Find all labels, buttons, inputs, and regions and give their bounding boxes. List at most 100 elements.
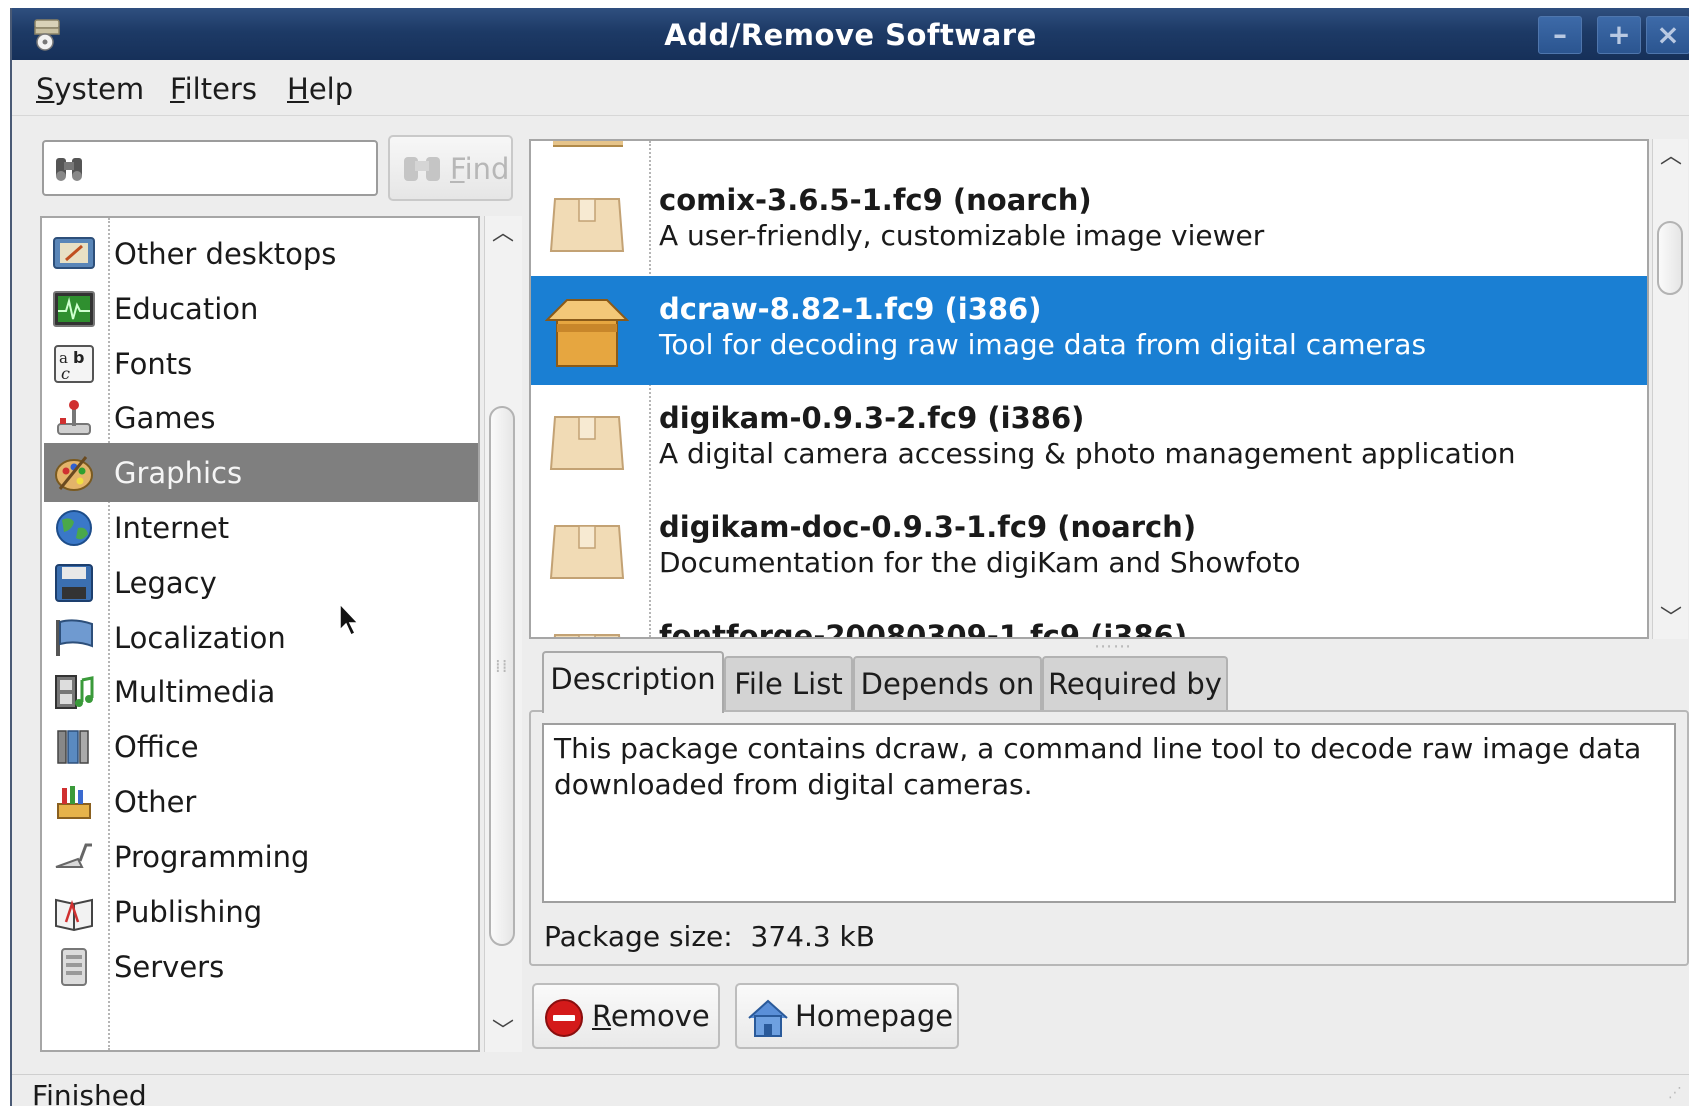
package-row-fontforge[interactable]: fontforge-20080309-1.fc9 (i386) bbox=[531, 603, 1647, 637]
package-row-digikam[interactable]: digikam-0.9.3-2.fc9 (i386) A digital cam… bbox=[531, 385, 1647, 494]
package-row-digikam-doc[interactable]: digikam-doc-0.9.3-1.fc9 (noarch) Documen… bbox=[531, 494, 1647, 603]
category-office[interactable]: Office bbox=[44, 717, 478, 776]
scrollbar-thumb[interactable] bbox=[1657, 221, 1683, 295]
category-label: Office bbox=[114, 730, 199, 764]
remove-mnemonic: R bbox=[592, 999, 611, 1033]
search-input[interactable] bbox=[96, 148, 366, 188]
homepage-label: Homepage bbox=[795, 999, 954, 1033]
svg-text:c: c bbox=[61, 364, 70, 383]
find-button[interactable]: Find bbox=[388, 135, 513, 201]
category-scrollbar[interactable]: ︿ ﹀ bbox=[484, 216, 522, 1052]
category-label: Servers bbox=[114, 950, 225, 984]
category-other[interactable]: Other bbox=[44, 772, 478, 831]
package-list[interactable]: comix-3.6.5-1.fc9 (noarch) A user-friend… bbox=[529, 139, 1649, 639]
package-row-comix[interactable]: comix-3.6.5-1.fc9 (noarch) A user-friend… bbox=[531, 167, 1647, 276]
package-box-installed-icon bbox=[545, 299, 629, 367]
category-games[interactable]: Games bbox=[44, 388, 478, 447]
category-other-desktops[interactable]: Other desktops bbox=[44, 224, 478, 283]
menu-filters[interactable]: Filters bbox=[170, 72, 257, 106]
package-summary: A user-friendly, customizable image view… bbox=[659, 219, 1265, 252]
remove-icon bbox=[545, 999, 583, 1037]
find-binoculars-icon bbox=[404, 157, 440, 181]
other-icon bbox=[57, 786, 91, 819]
search-field[interactable] bbox=[42, 140, 378, 196]
category-publishing[interactable]: Publishing bbox=[44, 882, 478, 941]
menu-system-mnemonic: S bbox=[36, 72, 55, 106]
category-label: Legacy bbox=[114, 566, 217, 600]
category-label: Multimedia bbox=[114, 675, 276, 709]
globe-icon bbox=[56, 510, 92, 546]
category-label: Internet bbox=[114, 511, 230, 545]
remove-button[interactable]: Remove bbox=[532, 983, 720, 1049]
scroll-up-arrow[interactable]: ︿ bbox=[489, 220, 517, 248]
package-scrollbar[interactable]: ︿ ﹀ bbox=[1652, 139, 1688, 639]
package-summary: A digital camera accessing & photo manag… bbox=[659, 437, 1516, 470]
category-graphics[interactable]: Graphics bbox=[44, 443, 478, 502]
category-label: Other desktops bbox=[114, 237, 337, 271]
tab-description[interactable]: Description bbox=[542, 651, 724, 713]
category-label: Localization bbox=[114, 621, 286, 655]
tab-file-list[interactable]: File List bbox=[724, 656, 853, 712]
package-name: dcraw-8.82-1.fc9 (i386) bbox=[659, 292, 1042, 326]
category-servers[interactable]: Servers bbox=[44, 937, 478, 996]
category-legacy[interactable]: Legacy bbox=[44, 553, 478, 612]
binoculars-icon bbox=[56, 158, 82, 181]
category-label: Graphics bbox=[114, 456, 243, 490]
desktop-icon bbox=[53, 237, 95, 269]
scroll-down-arrow[interactable]: ﹀ bbox=[489, 1018, 517, 1046]
category-label: Education bbox=[114, 292, 259, 326]
package-size-label: Package size: bbox=[544, 920, 733, 953]
home-icon bbox=[748, 999, 788, 1037]
title-bar[interactable]: Add/Remove Software – + × bbox=[12, 8, 1689, 60]
category-label: Games bbox=[114, 401, 216, 435]
status-bar: Finished ⋰ bbox=[12, 1074, 1689, 1106]
category-programming[interactable]: Programming bbox=[44, 827, 478, 886]
category-education[interactable]: Education bbox=[44, 279, 478, 338]
mouse-cursor-icon bbox=[339, 602, 360, 637]
category-label: Programming bbox=[114, 840, 310, 874]
floppy-icon bbox=[55, 564, 93, 602]
status-text: Finished bbox=[32, 1079, 147, 1106]
package-box-icon bbox=[549, 416, 625, 470]
package-box-icon bbox=[549, 198, 625, 252]
scroll-up-arrow[interactable]: ︿ bbox=[1657, 143, 1685, 171]
film-icon bbox=[55, 675, 94, 709]
category-label: Other bbox=[114, 785, 197, 819]
menu-help[interactable]: Help bbox=[287, 72, 353, 106]
menu-filters-mnemonic: F bbox=[170, 72, 185, 106]
minimize-button[interactable]: – bbox=[1538, 16, 1582, 54]
package-summary: Tool for decoding raw image data from di… bbox=[659, 328, 1427, 361]
package-summary: Documentation for the digiKam and Showfo… bbox=[659, 546, 1301, 579]
category-label: Fonts bbox=[114, 347, 193, 381]
main-window: Add/Remove Software – + × System Filters… bbox=[10, 8, 1689, 1106]
pane-grip-vertical[interactable]: ⁞⁞ bbox=[495, 656, 508, 677]
menu-help-mnemonic: H bbox=[287, 72, 309, 106]
tab-required-by[interactable]: Required by bbox=[1042, 656, 1228, 712]
package-size: Package size: 374.3 kB bbox=[544, 920, 875, 953]
flag-icon bbox=[56, 619, 93, 656]
menu-bar: System Filters Help bbox=[12, 60, 1689, 116]
office-icon bbox=[57, 730, 89, 764]
package-row-dcraw[interactable]: dcraw-8.82-1.fc9 (i386) Tool for decodin… bbox=[531, 276, 1647, 385]
menu-system-label: ystem bbox=[54, 72, 145, 106]
scroll-down-arrow[interactable]: ﹀ bbox=[1657, 605, 1685, 633]
menu-filters-label: ilters bbox=[184, 72, 257, 106]
category-fonts[interactable]: abc Fonts bbox=[44, 334, 478, 393]
category-internet[interactable]: Internet bbox=[44, 498, 478, 557]
partial-package-box-icon bbox=[553, 141, 623, 147]
category-list[interactable]: Other desktops Education abc Fonts Games… bbox=[40, 216, 480, 1052]
svg-text:b: b bbox=[73, 348, 84, 367]
resize-grip[interactable]: ⋰ bbox=[1668, 1085, 1683, 1101]
pane-grip-horizontal[interactable]: ⋯⋯ bbox=[1094, 636, 1132, 657]
remove-rest: emove bbox=[610, 999, 710, 1033]
education-icon bbox=[53, 291, 95, 327]
homepage-button[interactable]: Homepage bbox=[735, 983, 959, 1049]
tab-depends-on[interactable]: Depends on bbox=[853, 656, 1042, 712]
package-size-value: 374.3 kB bbox=[750, 920, 875, 953]
close-button[interactable]: × bbox=[1646, 16, 1689, 54]
maximize-button[interactable]: + bbox=[1597, 16, 1641, 54]
category-multimedia[interactable]: Multimedia bbox=[44, 662, 478, 721]
palette-icon bbox=[55, 456, 93, 491]
menu-system[interactable]: System bbox=[36, 72, 144, 106]
category-localization[interactable]: Localization bbox=[44, 608, 478, 667]
